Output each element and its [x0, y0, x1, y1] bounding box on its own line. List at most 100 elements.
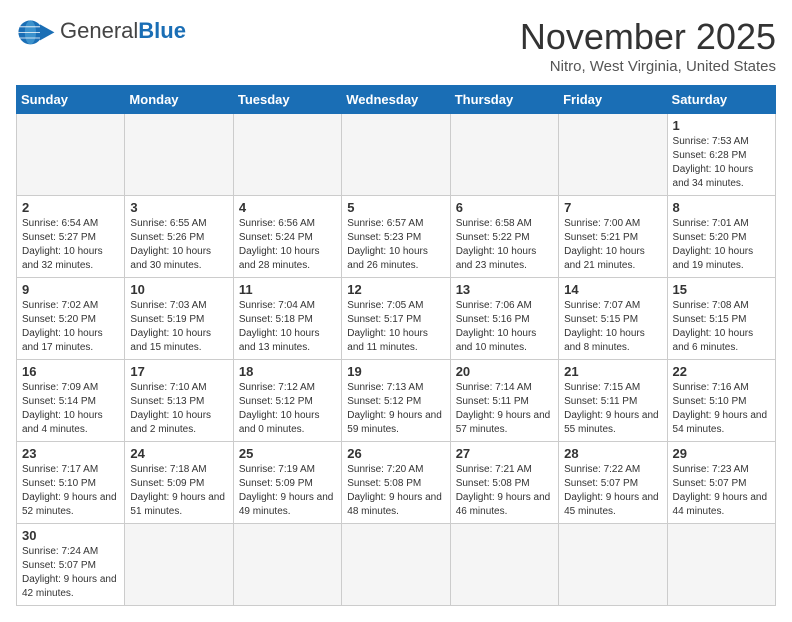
- calendar-week-3: 16Sunrise: 7:09 AM Sunset: 5:14 PM Dayli…: [17, 360, 776, 442]
- generalblue-icon: [16, 18, 56, 46]
- day-info: Sunrise: 6:54 AM Sunset: 5:27 PM Dayligh…: [22, 217, 119, 273]
- day-info: Sunrise: 7:17 AM Sunset: 5:10 PM Dayligh…: [22, 463, 119, 519]
- day-number: 18: [239, 364, 336, 379]
- day-info: Sunrise: 7:14 AM Sunset: 5:11 PM Dayligh…: [456, 381, 553, 437]
- calendar-header-row: SundayMondayTuesdayWednesdayThursdayFrid…: [17, 86, 776, 114]
- day-number: 25: [239, 446, 336, 461]
- day-number: 30: [22, 528, 119, 543]
- page-header: GeneralBlue November 2025 Nitro, West Vi…: [16, 16, 776, 75]
- column-header-friday: Friday: [559, 86, 667, 114]
- day-info: Sunrise: 6:58 AM Sunset: 5:22 PM Dayligh…: [456, 217, 553, 273]
- column-header-tuesday: Tuesday: [233, 86, 341, 114]
- day-info: Sunrise: 7:08 AM Sunset: 5:15 PM Dayligh…: [673, 299, 770, 355]
- day-info: Sunrise: 7:16 AM Sunset: 5:10 PM Dayligh…: [673, 381, 770, 437]
- day-number: 11: [239, 282, 336, 297]
- calendar-cell: 22Sunrise: 7:16 AM Sunset: 5:10 PM Dayli…: [667, 360, 775, 442]
- day-number: 6: [456, 200, 553, 215]
- calendar-cell: 29Sunrise: 7:23 AM Sunset: 5:07 PM Dayli…: [667, 442, 775, 524]
- calendar-cell: 26 Sunrise: 7:20 AM Sunset: 5:08 PM Dayli…: [342, 442, 450, 524]
- day-info: Sunrise: 7:53 AM Sunset: 6:28 PM Dayligh…: [673, 135, 770, 191]
- calendar-cell: 14Sunrise: 7:07 AM Sunset: 5:15 PM Dayli…: [559, 278, 667, 360]
- calendar-cell: 10 Sunrise: 7:03 AM Sunset: 5:19 PM Dayli…: [125, 278, 233, 360]
- day-number: 28: [564, 446, 661, 461]
- day-number: 26: [347, 446, 444, 461]
- day-number: 10: [130, 282, 227, 297]
- calendar-cell: [559, 114, 667, 196]
- calendar-cell: [233, 524, 341, 606]
- calendar-cell: 1 Sunrise: 7:53 AM Sunset: 6:28 PM Daylig…: [667, 114, 775, 196]
- calendar-week-1: 2 Sunrise: 6:54 AM Sunset: 5:27 PM Daylig…: [17, 196, 776, 278]
- day-number: 24: [130, 446, 227, 461]
- calendar-cell: 13 Sunrise: 7:06 AM Sunset: 5:16 PM Dayli…: [450, 278, 558, 360]
- column-header-saturday: Saturday: [667, 86, 775, 114]
- day-number: 9: [22, 282, 119, 297]
- logo: GeneralBlue: [16, 16, 186, 46]
- calendar-cell: 12 Sunrise: 7:05 AM Sunset: 5:17 PM Dayli…: [342, 278, 450, 360]
- day-number: 2: [22, 200, 119, 215]
- column-header-monday: Monday: [125, 86, 233, 114]
- calendar-cell: 7 Sunrise: 7:00 AM Sunset: 5:21 PM Daylig…: [559, 196, 667, 278]
- day-number: 13: [456, 282, 553, 297]
- calendar-cell: 5Sunrise: 6:57 AM Sunset: 5:23 PM Daylig…: [342, 196, 450, 278]
- calendar-cell: 16Sunrise: 7:09 AM Sunset: 5:14 PM Dayli…: [17, 360, 125, 442]
- day-number: 20: [456, 364, 553, 379]
- day-info: Sunrise: 7:13 AM Sunset: 5:12 PM Dayligh…: [347, 381, 444, 437]
- calendar-cell: [450, 114, 558, 196]
- calendar-cell: 19 Sunrise: 7:13 AM Sunset: 5:12 PM Dayli…: [342, 360, 450, 442]
- day-info: Sunrise: 7:00 AM Sunset: 5:21 PM Dayligh…: [564, 217, 661, 273]
- day-number: 14: [564, 282, 661, 297]
- day-number: 12: [347, 282, 444, 297]
- day-number: 16: [22, 364, 119, 379]
- day-info: Sunrise: 7:24 AM Sunset: 5:07 PM Dayligh…: [22, 545, 119, 601]
- day-info: Sunrise: 7:03 AM Sunset: 5:19 PM Dayligh…: [130, 299, 227, 355]
- calendar-cell: [667, 524, 775, 606]
- day-number: 27: [456, 446, 553, 461]
- calendar-table: SundayMondayTuesdayWednesdayThursdayFrid…: [16, 85, 776, 606]
- day-info: Sunrise: 7:04 AM Sunset: 5:18 PM Dayligh…: [239, 299, 336, 355]
- day-info: Sunrise: 7:05 AM Sunset: 5:17 PM Dayligh…: [347, 299, 444, 355]
- calendar-cell: 15Sunrise: 7:08 AM Sunset: 5:15 PM Dayli…: [667, 278, 775, 360]
- calendar-cell: [125, 524, 233, 606]
- day-info: Sunrise: 7:20 AM Sunset: 5:08 PM Dayligh…: [347, 463, 444, 519]
- day-info: Sunrise: 6:57 AM Sunset: 5:23 PM Dayligh…: [347, 217, 444, 273]
- day-info: Sunrise: 7:06 AM Sunset: 5:16 PM Dayligh…: [456, 299, 553, 355]
- day-info: Sunrise: 6:55 AM Sunset: 5:26 PM Dayligh…: [130, 217, 227, 273]
- day-number: 1: [673, 118, 770, 133]
- day-info: Sunrise: 7:18 AM Sunset: 5:09 PM Dayligh…: [130, 463, 227, 519]
- calendar-week-2: 9 Sunrise: 7:02 AM Sunset: 5:20 PM Daylig…: [17, 278, 776, 360]
- calendar-cell: 20 Sunrise: 7:14 AM Sunset: 5:11 PM Dayli…: [450, 360, 558, 442]
- day-number: 17: [130, 364, 227, 379]
- day-number: 7: [564, 200, 661, 215]
- logo-area: GeneralBlue: [16, 16, 186, 46]
- calendar-cell: [342, 524, 450, 606]
- day-info: Sunrise: 7:23 AM Sunset: 5:07 PM Dayligh…: [673, 463, 770, 519]
- column-header-wednesday: Wednesday: [342, 86, 450, 114]
- calendar-cell: [559, 524, 667, 606]
- day-number: 23: [22, 446, 119, 461]
- day-number: 4: [239, 200, 336, 215]
- location-title: Nitro, West Virginia, United States: [520, 58, 776, 75]
- calendar-cell: [342, 114, 450, 196]
- calendar-cell: [233, 114, 341, 196]
- day-info: Sunrise: 7:19 AM Sunset: 5:09 PM Dayligh…: [239, 463, 336, 519]
- month-title: November 2025: [520, 16, 776, 58]
- day-number: 19: [347, 364, 444, 379]
- title-area: November 2025 Nitro, West Virginia, Unit…: [520, 16, 776, 75]
- calendar-cell: [17, 114, 125, 196]
- column-header-thursday: Thursday: [450, 86, 558, 114]
- day-info: Sunrise: 7:01 AM Sunset: 5:20 PM Dayligh…: [673, 217, 770, 273]
- logo-text: GeneralBlue: [60, 20, 186, 43]
- calendar-cell: 8 Sunrise: 7:01 AM Sunset: 5:20 PM Daylig…: [667, 196, 775, 278]
- day-number: 3: [130, 200, 227, 215]
- day-info: Sunrise: 7:02 AM Sunset: 5:20 PM Dayligh…: [22, 299, 119, 355]
- calendar-week-4: 23 Sunrise: 7:17 AM Sunset: 5:10 PM Dayli…: [17, 442, 776, 524]
- day-info: Sunrise: 6:56 AM Sunset: 5:24 PM Dayligh…: [239, 217, 336, 273]
- calendar-cell: 23 Sunrise: 7:17 AM Sunset: 5:10 PM Dayli…: [17, 442, 125, 524]
- calendar-cell: 2 Sunrise: 6:54 AM Sunset: 5:27 PM Daylig…: [17, 196, 125, 278]
- calendar-cell: 6 Sunrise: 6:58 AM Sunset: 5:22 PM Daylig…: [450, 196, 558, 278]
- day-info: Sunrise: 7:15 AM Sunset: 5:11 PM Dayligh…: [564, 381, 661, 437]
- calendar-cell: 24 Sunrise: 7:18 AM Sunset: 5:09 PM Dayli…: [125, 442, 233, 524]
- day-info: Sunrise: 7:21 AM Sunset: 5:08 PM Dayligh…: [456, 463, 553, 519]
- day-info: Sunrise: 7:22 AM Sunset: 5:07 PM Dayligh…: [564, 463, 661, 519]
- day-number: 8: [673, 200, 770, 215]
